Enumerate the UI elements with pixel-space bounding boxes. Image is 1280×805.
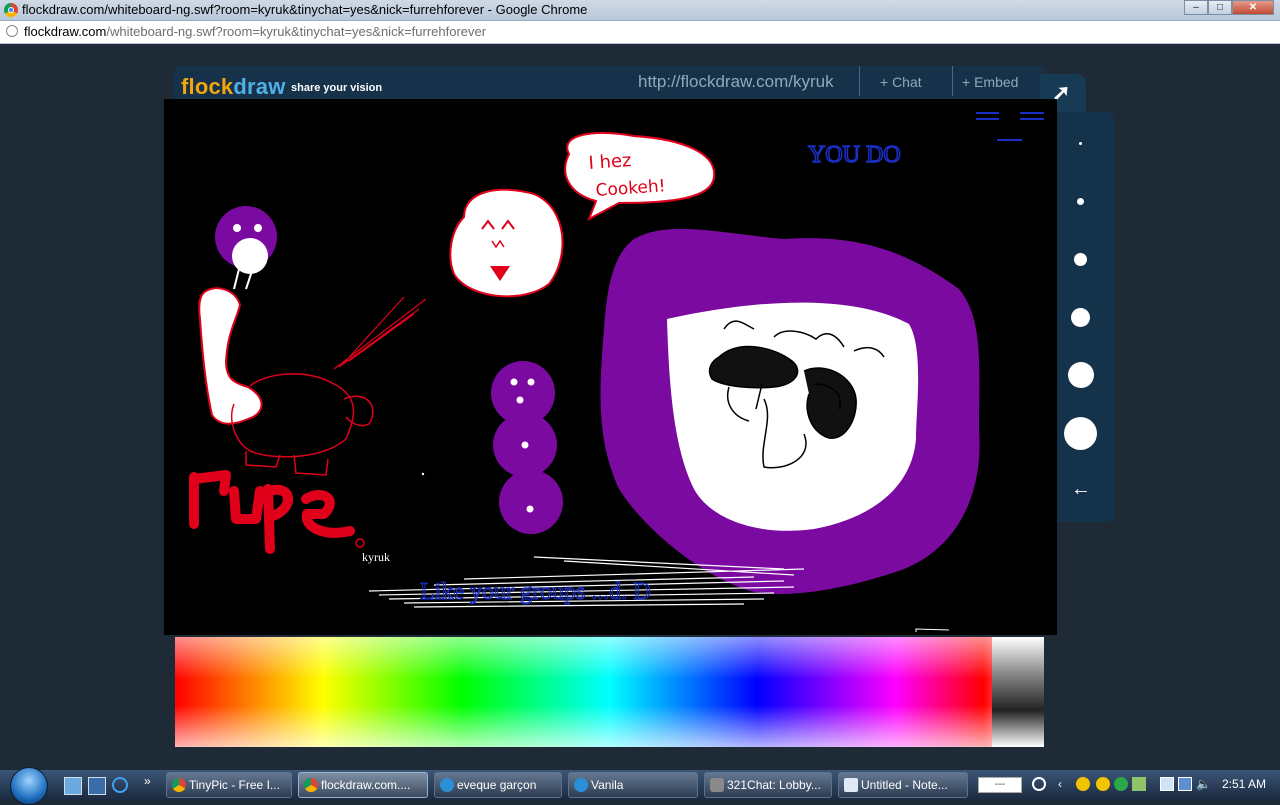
- color-picker[interactable]: [175, 637, 1044, 747]
- room-url[interactable]: http://flockdraw.com/kyruk: [638, 72, 834, 92]
- flockdraw-logo[interactable]: flockdraw: [181, 74, 286, 100]
- white-arm: [198, 287, 263, 425]
- taskbar-button-flockdraw[interactable]: flockdraw.com....: [298, 772, 428, 798]
- logo-draw: draw: [233, 74, 286, 99]
- url-path: /whiteboard-ng.swf?room=kyruk&tinychat=y…: [106, 24, 487, 39]
- drawing-canvas[interactable]: YOU DO I hez Cookeh! kyruk Like your gro…: [164, 99, 1057, 635]
- address-bar[interactable]: flockdraw.com/whiteboard-ng.swf?room=kyr…: [0, 21, 1280, 44]
- switch-windows-icon[interactable]: [88, 777, 106, 795]
- page-info-icon[interactable]: [6, 25, 18, 37]
- blue-scrawl-text: Like your groups ...d. D: [420, 579, 651, 605]
- taskbar-button-label: Untitled - Note...: [861, 778, 948, 792]
- purple-ball-bottom: [499, 470, 563, 534]
- chrome-icon: [4, 3, 18, 17]
- clock[interactable]: 2:51 AM: [1222, 777, 1266, 791]
- taskbar-button-label: Vanila: [591, 778, 624, 792]
- url-text[interactable]: flockdraw.com/whiteboard-ng.swf?room=kyr…: [24, 24, 486, 39]
- taskbar-button-label: eveque garçon: [457, 778, 537, 792]
- messenger-icon[interactable]: [1096, 777, 1110, 791]
- sync-icon[interactable]: [1032, 777, 1046, 791]
- taskbar: » TinyPic - Free I... flockdraw.com.... …: [0, 767, 1280, 805]
- blue-marks: [976, 112, 1044, 141]
- taskbar-button-label: 321Chat: Lobby...: [727, 778, 821, 792]
- window-controls: – □ ✕: [1184, 0, 1274, 16]
- taskbar-button-label: flockdraw.com....: [321, 778, 411, 792]
- white-face: [449, 188, 564, 298]
- chrome-icon: [304, 778, 318, 792]
- cursor-nick: kyruk: [362, 550, 390, 564]
- brush-size-option[interactable]: [1077, 198, 1084, 205]
- minimize-button[interactable]: –: [1184, 0, 1208, 15]
- divider: [859, 66, 860, 96]
- divider: [952, 66, 953, 96]
- taskbar-overflow[interactable]: »: [144, 774, 151, 788]
- signal-icon[interactable]: [1132, 777, 1146, 791]
- taskbar-button-notepad[interactable]: Untitled - Note...: [838, 772, 968, 798]
- flockdraw-header: flockdraw share your vision http://flock…: [174, 66, 1044, 100]
- taskbar-button-321chat[interactable]: 321Chat: Lobby...: [704, 772, 832, 798]
- internet-explorer-icon[interactable]: [112, 777, 128, 793]
- url-host: flockdraw.com: [24, 24, 107, 39]
- brush-size-option[interactable]: [1068, 362, 1094, 388]
- chrome-icon: [172, 778, 186, 792]
- brush-size-option[interactable]: [1079, 142, 1082, 145]
- window-title: flockdraw.com/whiteboard-ng.swf?room=kyr…: [22, 2, 588, 17]
- taskbar-button-tinypic[interactable]: TinyPic - Free I...: [166, 772, 292, 798]
- embed-button[interactable]: + Embed: [962, 74, 1018, 90]
- tray-expand-icon[interactable]: ‹: [1058, 777, 1072, 791]
- you-do-text: YOU DO: [808, 142, 901, 168]
- chat-icon: [574, 778, 588, 792]
- device-icon[interactable]: [1160, 777, 1174, 791]
- white-blob: [232, 238, 268, 274]
- taskbar-button-vanila[interactable]: Vanila: [568, 772, 698, 798]
- messenger-icon[interactable]: [1076, 777, 1090, 791]
- network-icon[interactable]: [1178, 777, 1192, 791]
- chat-icon: [440, 778, 454, 792]
- brush-size-option[interactable]: [1074, 253, 1087, 266]
- tagline: share your vision: [291, 82, 383, 94]
- speech-bubble: [564, 132, 716, 222]
- window-titlebar: flockdraw.com/whiteboard-ng.swf?room=kyr…: [0, 0, 1280, 21]
- back-arrow-icon[interactable]: ←: [1071, 478, 1091, 501]
- volume-icon[interactable]: 🔈: [1196, 777, 1211, 791]
- windows-orb-icon[interactable]: [10, 767, 48, 805]
- white-interior: [667, 302, 919, 531]
- maximize-button[interactable]: □: [1208, 0, 1232, 15]
- taskbar-button-label: TinyPic - Free I...: [189, 778, 280, 792]
- taskbar-button-eveque[interactable]: eveque garçon: [434, 772, 562, 798]
- close-button[interactable]: ✕: [1232, 0, 1274, 15]
- logo-flock: flock: [181, 74, 234, 99]
- canvas-drawing: YOU DO I hez Cookeh! kyruk Like your gro…: [189, 112, 1044, 632]
- brush-size-panel: ←: [1055, 112, 1115, 522]
- 321chat-icon: [710, 778, 724, 792]
- show-desktop-icon[interactable]: [64, 777, 82, 795]
- brush-size-option[interactable]: [1071, 308, 1090, 327]
- tray-input-box[interactable]: ---: [978, 777, 1022, 793]
- utorrent-icon[interactable]: [1114, 777, 1128, 791]
- notepad-icon: [844, 778, 858, 792]
- brush-size-option[interactable]: [1064, 417, 1097, 450]
- remote-cursor: [355, 538, 365, 548]
- red-lines: [333, 296, 427, 370]
- speech-text-1: I hez: [588, 150, 632, 174]
- grayscale-strip[interactable]: [992, 637, 1044, 747]
- red-scrawl: [189, 470, 355, 554]
- chat-button[interactable]: + Chat: [880, 74, 922, 90]
